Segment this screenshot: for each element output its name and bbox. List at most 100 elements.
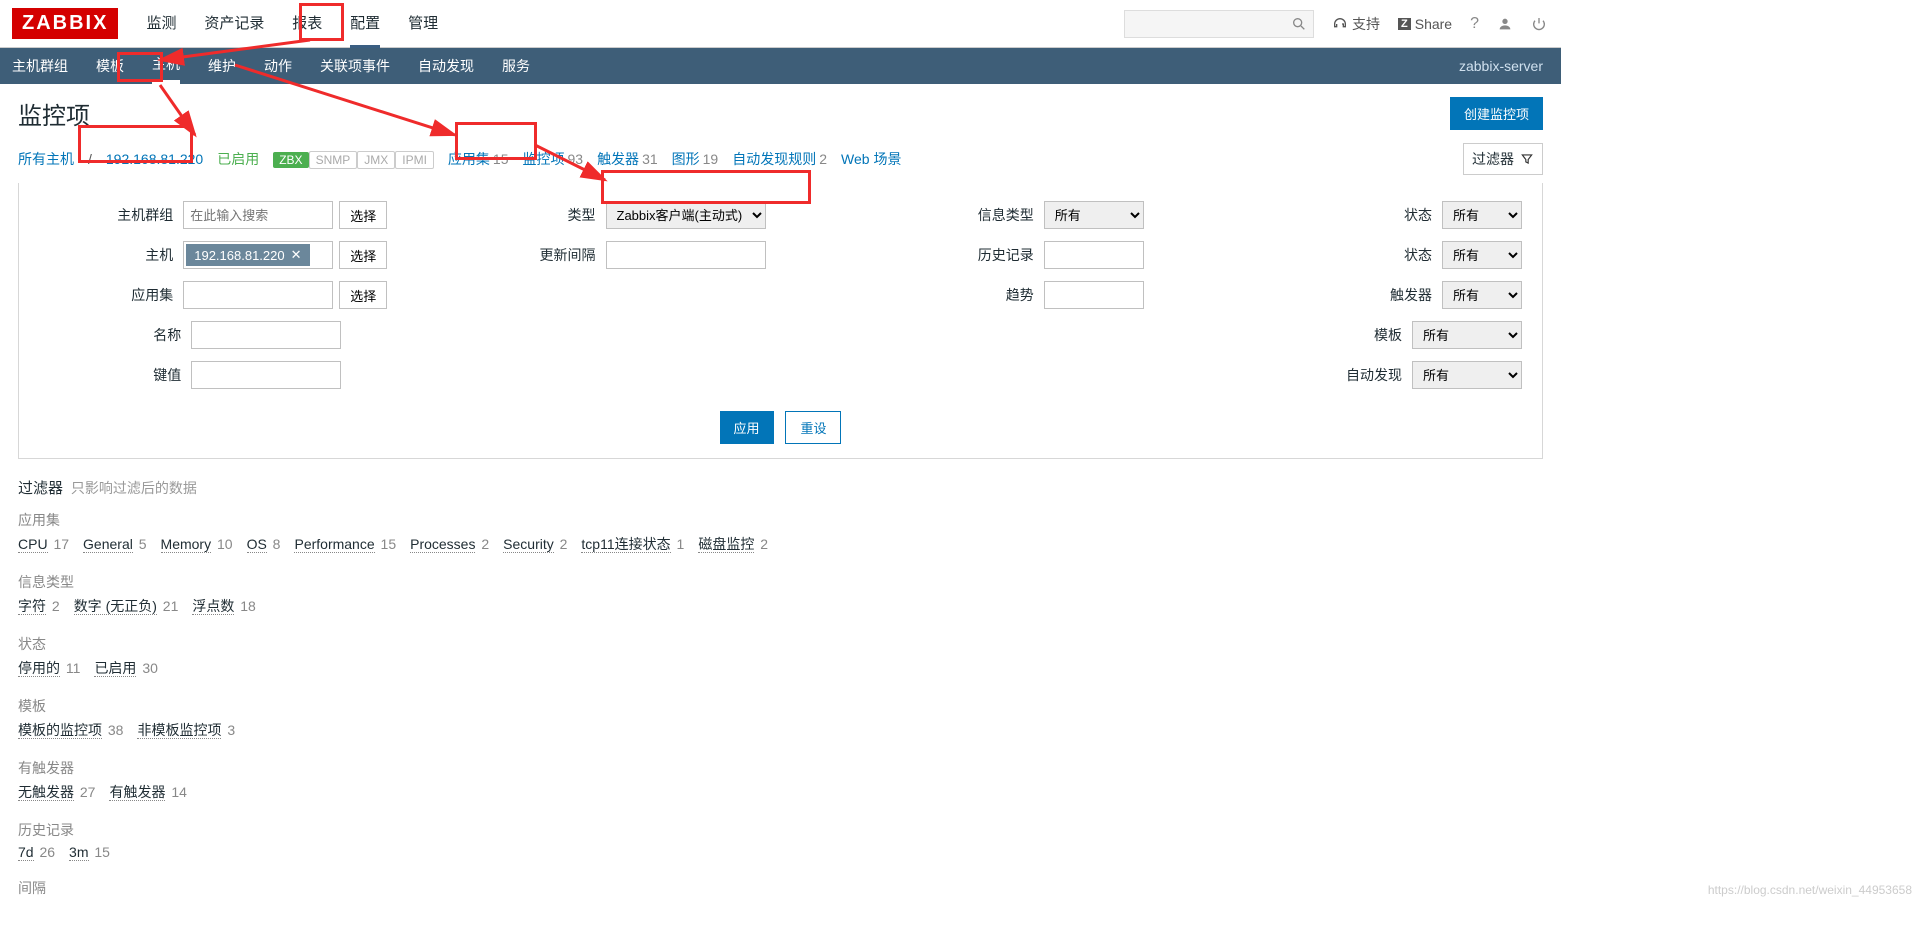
crumb-allhosts[interactable]: 所有主机 [18,149,74,169]
subfilter-group: 状态停用的 11已启用 30 [18,634,1543,678]
share-link[interactable]: Z Share [1398,16,1452,32]
subfilter-line: 停用的 11已启用 30 [18,658,1543,678]
crumb-web[interactable]: Web 场景 [841,149,901,169]
support-link[interactable]: 支持 [1332,14,1380,34]
crumb-graphs[interactable]: 图形 [672,151,700,167]
help-icon[interactable]: ? [1470,15,1479,33]
nav-reports[interactable]: 报表 [292,0,322,48]
server-name: zabbix-server [1459,58,1543,74]
host-select-btn[interactable]: 选择 [339,241,387,269]
create-item-button[interactable]: 创建监控项 [1450,97,1543,130]
template-select[interactable]: 所有 [1412,321,1522,349]
hostgroup-input[interactable] [183,201,333,229]
subfilter-item[interactable]: 浮点数 [192,598,234,615]
subfilter-group: 信息类型字符 2数字 (无正负) 21浮点数 18 [18,572,1543,616]
subfilter-item[interactable]: 模板的监控项 [18,722,102,739]
state-select[interactable]: 所有 [1442,201,1522,229]
user-icon[interactable] [1497,16,1513,32]
subfilter-item[interactable]: Processes [410,536,475,553]
subfilter-item[interactable]: Memory [161,536,212,553]
subfilter-item[interactable]: 磁盘监控 [698,536,754,553]
subfilter-title: 过滤器 [18,480,63,497]
appset-select-btn[interactable]: 选择 [339,281,387,309]
badge-zbx: ZBX [273,152,308,168]
subfilter-group: 应用集CPU 17General 5Memory 10OS 8Performan… [18,510,1543,554]
key-input[interactable] [191,361,341,389]
watermark: https://blog.csdn.net/weixin_44953658 [1708,883,1912,897]
crumb-triggers[interactable]: 触发器 [597,151,639,167]
subfilter-hint: 只影响过滤后的数据 [71,480,197,496]
subnav-discovery[interactable]: 自动发现 [418,48,474,84]
badge-jmx: JMX [357,151,395,169]
name-input[interactable] [191,321,341,349]
nav-inventory[interactable]: 资产记录 [204,0,264,48]
subfilter-item[interactable]: 已启用 [94,660,136,677]
type-select[interactable]: Zabbix客户端(主动式) [606,201,766,229]
crumb-enabled: 已启用 [217,149,259,169]
subnav-action[interactable]: 动作 [264,48,292,84]
badge-ipmi: IPMI [395,151,434,169]
nav-monitor[interactable]: 监测 [146,0,176,48]
page-body: 监控项 创建监控项 所有主机 / 192.168.81.220 已启用 ZBXS… [0,84,1561,928]
nav-config[interactable]: 配置 [350,0,380,48]
subfilter-item[interactable]: 非模板监控项 [137,722,221,739]
subfilter-item[interactable]: General [83,536,133,553]
subfilter-item[interactable]: OS [247,536,267,553]
filter-toggle[interactable]: 过滤器 [1463,143,1543,175]
subnav-hostgroup[interactable]: 主机群组 [12,48,68,84]
subfilter-item[interactable]: 无触发器 [18,784,74,801]
crumb-host[interactable]: 192.168.81.220 [106,151,203,167]
infotype-select[interactable]: 所有 [1044,201,1144,229]
subnav-host[interactable]: 主机 [152,48,180,84]
subfilter-item[interactable]: 字符 [18,598,46,615]
host-tagbox[interactable]: 192.168.81.220✕ [183,241,333,269]
subfilter-item[interactable]: Performance [294,536,374,553]
crumb-items[interactable]: 监控项 [522,151,564,167]
power-icon[interactable] [1531,16,1547,32]
subnav-template[interactable]: 模板 [96,48,124,84]
triggers-select[interactable]: 所有 [1442,281,1522,309]
subnav-service[interactable]: 服务 [502,48,530,84]
subnav-maintenance[interactable]: 维护 [208,48,236,84]
discovery-select[interactable]: 所有 [1412,361,1522,389]
hostgroup-select-btn[interactable]: 选择 [339,201,387,229]
crumb-appset[interactable]: 应用集 [448,151,490,167]
logo: ZABBIX [12,8,118,39]
subfilter-header: 有触发器 [18,758,1543,778]
headset-icon [1332,16,1348,32]
status-select[interactable]: 所有 [1442,241,1522,269]
top-bar: ZABBIX 监测 资产记录 报表 配置 管理 支持 Z Share ? [0,0,1561,48]
search-icon [1291,16,1307,32]
subnav-correlation[interactable]: 关联项事件 [320,48,390,84]
subfilter-item[interactable]: CPU [18,536,48,553]
title-bar: 监控项 创建监控项 [18,96,1543,131]
trend-input[interactable] [1044,281,1144,309]
sub-nav: 主机群组 模板 主机 维护 动作 关联项事件 自动发现 服务 zabbix-se… [0,48,1561,84]
subfilter-line: CPU 17General 5Memory 10OS 8Performance … [18,534,1543,554]
subfilter-group: 模板模板的监控项 38非模板监控项 3 [18,696,1543,740]
reset-button[interactable]: 重设 [785,411,841,444]
subfilter-item[interactable]: 数字 (无正负) [74,598,157,615]
subfilter-item[interactable]: 有触发器 [109,784,165,801]
apply-button[interactable]: 应用 [720,411,774,444]
search-input[interactable] [1124,10,1314,38]
subfilter-group: 间隔 [18,878,1543,898]
appset-input[interactable] [183,281,333,309]
nav-admin[interactable]: 管理 [408,0,438,48]
subfilter-item[interactable]: 停用的 [18,660,60,677]
history-input[interactable] [1044,241,1144,269]
crumb-discovery[interactable]: 自动发现规则 [732,151,816,167]
host-tag: 192.168.81.220✕ [186,244,309,266]
subfilter-header: 状态 [18,634,1543,654]
subfilter-item[interactable]: Security [503,536,554,553]
interval-input[interactable] [606,241,766,269]
top-right: 支持 Z Share ? [1124,0,1547,48]
subfilter-line: 字符 2数字 (无正负) 21浮点数 18 [18,596,1543,616]
subfilter-item[interactable]: 3m [69,844,88,861]
top-nav: 监测 资产记录 报表 配置 管理 [134,0,450,48]
subfilter-item[interactable]: 7d [18,844,34,861]
subfilter-line: 7d 263m 15 [18,844,1543,860]
host-tag-remove[interactable]: ✕ [291,247,302,263]
subfilter-line: 无触发器 27有触发器 14 [18,782,1543,802]
subfilter-item[interactable]: tcp11连接状态 [581,536,670,553]
